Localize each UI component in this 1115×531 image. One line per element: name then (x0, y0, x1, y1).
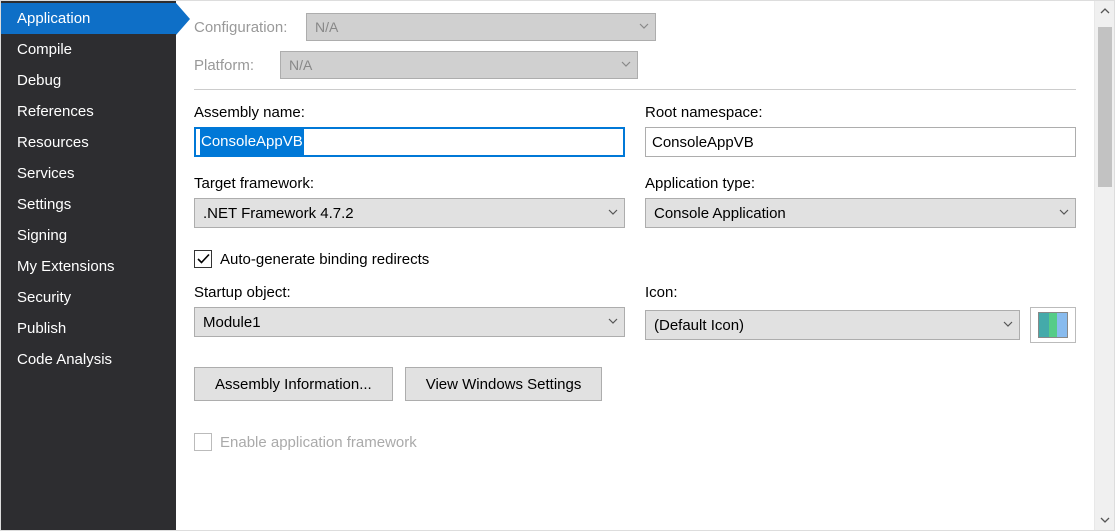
sidebar-item-signing[interactable]: Signing (1, 220, 176, 251)
application-type-combo[interactable]: Console Application (645, 198, 1076, 228)
sidebar-item-publish[interactable]: Publish (1, 313, 176, 344)
enable-app-framework-checkbox (194, 433, 212, 451)
sidebar-item-compile[interactable]: Compile (1, 34, 176, 65)
form-panel: Configuration: N/A Platform: N/A Assembl… (176, 1, 1094, 530)
sidebar-item-debug[interactable]: Debug (1, 65, 176, 96)
configuration-dropdown: N/A (306, 13, 656, 41)
platform-row: Platform: N/A (194, 51, 1076, 79)
root-namespace-label: Root namespace: (645, 104, 1076, 121)
chevron-down-icon (621, 61, 629, 69)
chevron-down-icon (639, 23, 647, 31)
sidebar-item-my-extensions[interactable]: My Extensions (1, 251, 176, 282)
scroll-down-arrow[interactable] (1095, 510, 1114, 530)
startup-object-label: Startup object: (194, 284, 625, 301)
auto-generate-label: Auto-generate binding redirects (220, 251, 429, 268)
sidebar: Application Compile Debug References Res… (1, 1, 176, 530)
assembly-name-input[interactable]: ConsoleAppVB (194, 127, 625, 157)
check-icon (197, 253, 210, 265)
icon-preview (1030, 307, 1076, 343)
chevron-down-icon (608, 318, 616, 326)
scroll-thumb[interactable] (1098, 27, 1112, 187)
sidebar-item-code-analysis[interactable]: Code Analysis (1, 344, 176, 375)
auto-generate-checkbox[interactable] (194, 250, 212, 268)
platform-label: Platform: (194, 57, 280, 74)
configuration-label: Configuration: (194, 19, 306, 36)
enable-app-framework-label: Enable application framework (220, 434, 417, 451)
icon-label: Icon: (645, 284, 1076, 301)
view-windows-settings-button[interactable]: View Windows Settings (405, 367, 603, 401)
root-namespace-input[interactable] (645, 127, 1076, 157)
sidebar-item-resources[interactable]: Resources (1, 127, 176, 158)
assembly-information-button[interactable]: Assembly Information... (194, 367, 393, 401)
platform-value: N/A (289, 57, 312, 73)
configuration-value: N/A (315, 19, 338, 35)
application-type-label: Application type: (645, 175, 1076, 192)
chevron-down-icon (1003, 321, 1011, 329)
platform-dropdown: N/A (280, 51, 638, 79)
icon-combo[interactable]: (Default Icon) (645, 310, 1020, 340)
content-area: Configuration: N/A Platform: N/A Assembl… (176, 1, 1114, 530)
vertical-scrollbar[interactable] (1094, 1, 1114, 530)
startup-object-combo[interactable]: Module1 (194, 307, 625, 337)
configuration-row: Configuration: N/A (194, 13, 1076, 41)
divider (194, 89, 1076, 90)
sidebar-item-references[interactable]: References (1, 96, 176, 127)
chevron-down-icon (608, 209, 616, 217)
target-framework-label: Target framework: (194, 175, 625, 192)
target-framework-combo[interactable]: .NET Framework 4.7.2 (194, 198, 625, 228)
app-icon (1038, 312, 1068, 338)
sidebar-item-application[interactable]: Application (1, 3, 176, 34)
assembly-name-label: Assembly name: (194, 104, 625, 121)
sidebar-item-security[interactable]: Security (1, 282, 176, 313)
chevron-down-icon (1059, 209, 1067, 217)
sidebar-item-settings[interactable]: Settings (1, 189, 176, 220)
scroll-up-arrow[interactable] (1095, 1, 1114, 21)
sidebar-item-services[interactable]: Services (1, 158, 176, 189)
